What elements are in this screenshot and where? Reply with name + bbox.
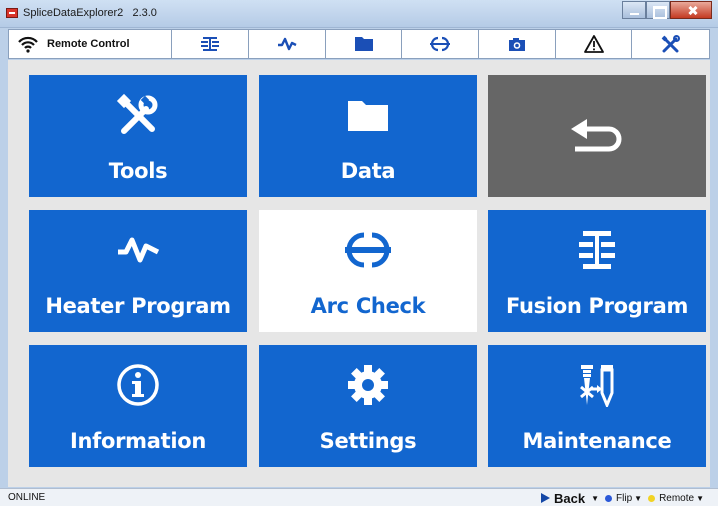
remote-dropdown-icon[interactable]: ▼ <box>696 494 704 503</box>
tile-label: Heater Program <box>45 294 231 318</box>
back-triangle-icon <box>541 493 551 503</box>
tile-label: Arc Check <box>310 294 426 318</box>
remote-control-button[interactable]: Remote Control <box>9 30 173 58</box>
window-controls <box>622 1 712 19</box>
remote-status-icon <box>648 494 656 502</box>
arc-check-icon <box>345 232 391 268</box>
title-bar: SpliceDataExplorer2 2.3.0 <box>0 0 718 28</box>
flip-dropdown-icon[interactable]: ▼ <box>634 494 642 503</box>
tools-icon <box>661 35 680 53</box>
toolbar-data-button[interactable] <box>326 30 403 58</box>
remote-button[interactable]: Remote <box>659 493 694 504</box>
window-title: SpliceDataExplorer2 2.3.0 <box>23 7 157 19</box>
app-name: SpliceDataExplorer2 <box>23 7 124 19</box>
back-button[interactable]: Back <box>554 491 585 506</box>
fusion-icon <box>201 37 220 51</box>
toolbar-camera-button[interactable] <box>479 30 556 58</box>
remote-control-label: Remote Control <box>47 38 130 50</box>
toolbar-arc-check-button[interactable] <box>402 30 480 58</box>
maintenance-icon <box>580 365 614 407</box>
tile-maintenance[interactable]: Maintenance <box>488 345 706 467</box>
folder-icon <box>354 37 373 51</box>
toolbar-fusion-button[interactable] <box>172 30 249 58</box>
arc-check-icon <box>430 36 451 52</box>
tools-icon <box>116 93 158 134</box>
tile-heater-program[interactable]: Heater Program <box>29 210 247 332</box>
toolbar: Remote Control <box>8 29 710 59</box>
tile-tools[interactable]: Tools <box>29 75 247 197</box>
tile-back[interactable] <box>488 75 706 197</box>
tile-fusion-program[interactable]: Fusion Program <box>488 210 706 332</box>
camera-icon <box>508 38 525 51</box>
folder-icon <box>348 101 388 131</box>
heater-icon <box>277 37 297 51</box>
tile-label: Maintenance <box>522 429 672 453</box>
close-button[interactable] <box>670 1 712 19</box>
tile-arc-check[interactable]: Arc Check <box>259 210 477 332</box>
app-version: 2.3.0 <box>132 7 157 19</box>
wifi-icon <box>18 36 38 53</box>
tile-settings[interactable]: Settings <box>259 345 477 467</box>
flip-button[interactable]: Flip <box>616 493 632 504</box>
toolbar-heater-button[interactable] <box>249 30 326 58</box>
status-controls: Back ▼ Flip ▼ Remote ▼ <box>541 490 710 506</box>
back-arrow-icon <box>571 119 622 152</box>
minimize-button[interactable] <box>622 1 646 19</box>
info-icon <box>117 364 159 406</box>
tile-data[interactable]: Data <box>259 75 477 197</box>
tile-label: Data <box>340 159 396 183</box>
tile-label: Information <box>69 429 207 453</box>
toolbar-warning-button[interactable] <box>556 30 633 58</box>
fusion-icon <box>579 231 615 269</box>
connection-status: ONLINE <box>8 492 46 503</box>
flip-status-icon <box>605 494 613 502</box>
tile-label: Tools <box>108 159 168 183</box>
toolbar-tools-button[interactable] <box>632 30 709 58</box>
tile-label: Settings <box>319 429 417 453</box>
gear-icon <box>348 365 388 405</box>
main-menu-panel: Tools Data Heater Program Arc Check Fusi… <box>8 60 710 487</box>
app-logo-icon <box>6 8 18 18</box>
maximize-button[interactable] <box>646 1 670 19</box>
app-window: SpliceDataExplorer2 2.3.0 Remote Control <box>0 0 718 506</box>
tile-information[interactable]: Information <box>29 345 247 467</box>
warning-icon <box>583 35 604 53</box>
heater-icon <box>118 237 160 263</box>
status-bar: ONLINE Back ▼ Flip ▼ Remote ▼ <box>0 488 718 506</box>
tile-label: Fusion Program <box>505 294 689 318</box>
back-dropdown-icon[interactable]: ▼ <box>591 494 599 503</box>
